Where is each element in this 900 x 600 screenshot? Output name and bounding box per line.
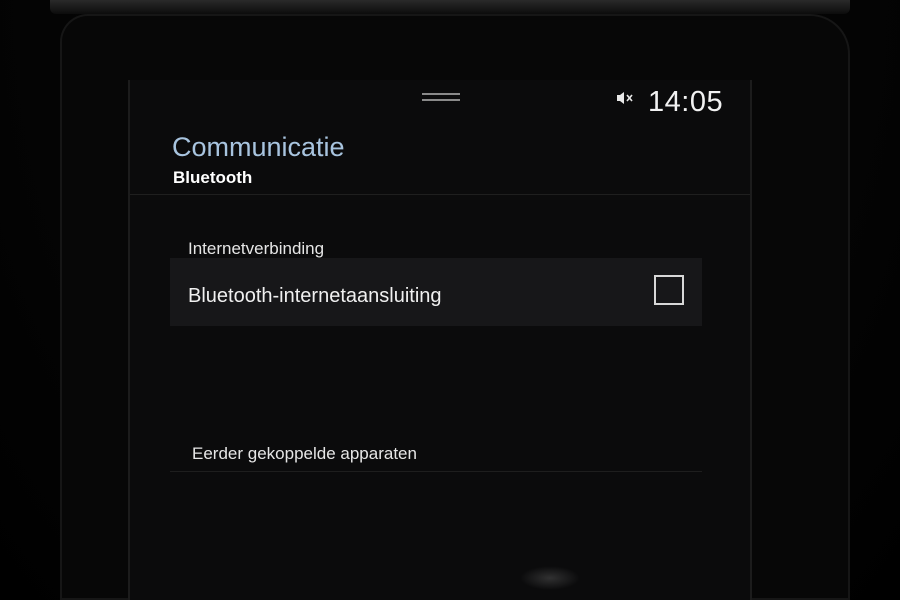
infotainment-screen: 14:05 Communicatie Bluetooth Internetver… [128, 80, 752, 600]
section-label-internet: Internetverbinding [188, 239, 325, 258]
section-divider [170, 471, 702, 472]
setting-label: Bluetooth-internetaansluiting [188, 285, 442, 307]
pull-down-handle[interactable] [422, 93, 460, 101]
bluetooth-internet-checkbox[interactable] [654, 275, 684, 305]
section-label-paired-devices: Eerder gekoppelde apparaten [192, 444, 417, 463]
header-divider [130, 194, 750, 195]
bluetooth-internet-setting-row[interactable]: Bluetooth-internetaansluiting [170, 258, 702, 326]
status-clock: 14:05 [648, 86, 724, 118]
page-subtitle: Bluetooth [173, 168, 253, 187]
page-title: Communicatie [172, 132, 345, 162]
speaker-muted-icon[interactable] [615, 90, 635, 106]
screen-reflection [520, 566, 580, 590]
bezel-rim [50, 0, 850, 14]
